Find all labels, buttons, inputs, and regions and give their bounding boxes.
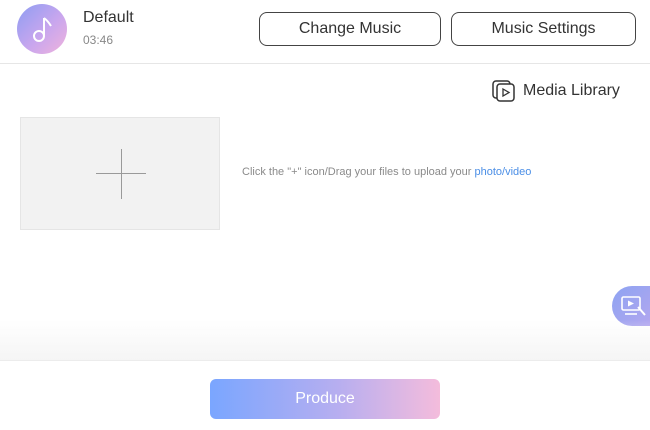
change-music-button[interactable]: Change Music xyxy=(259,12,441,46)
produce-button[interactable]: Produce xyxy=(210,379,440,419)
photo-video-link[interactable]: photo/video xyxy=(475,166,532,178)
media-library-label: Media Library xyxy=(523,82,620,99)
upload-hint: Click the "+" icon/Drag your files to up… xyxy=(242,166,531,178)
music-note-icon xyxy=(33,17,52,42)
upload-hint-text: Click the "+" icon/Drag your files to up… xyxy=(242,166,475,178)
top-bar: Default 03:46 Change Music Music Setting… xyxy=(0,0,650,64)
music-avatar xyxy=(17,4,67,54)
music-title: Default xyxy=(83,9,134,26)
footer-bar: Produce xyxy=(0,360,650,430)
music-duration: 03:46 xyxy=(83,33,114,47)
media-library-button[interactable]: Media Library xyxy=(492,79,620,103)
plus-icon-vertical xyxy=(121,149,122,199)
upload-dropzone[interactable] xyxy=(20,117,220,230)
music-settings-button[interactable]: Music Settings xyxy=(451,12,636,46)
media-library-icon xyxy=(492,80,515,102)
footer-shadow xyxy=(0,320,650,360)
screen-record-icon xyxy=(621,296,646,316)
